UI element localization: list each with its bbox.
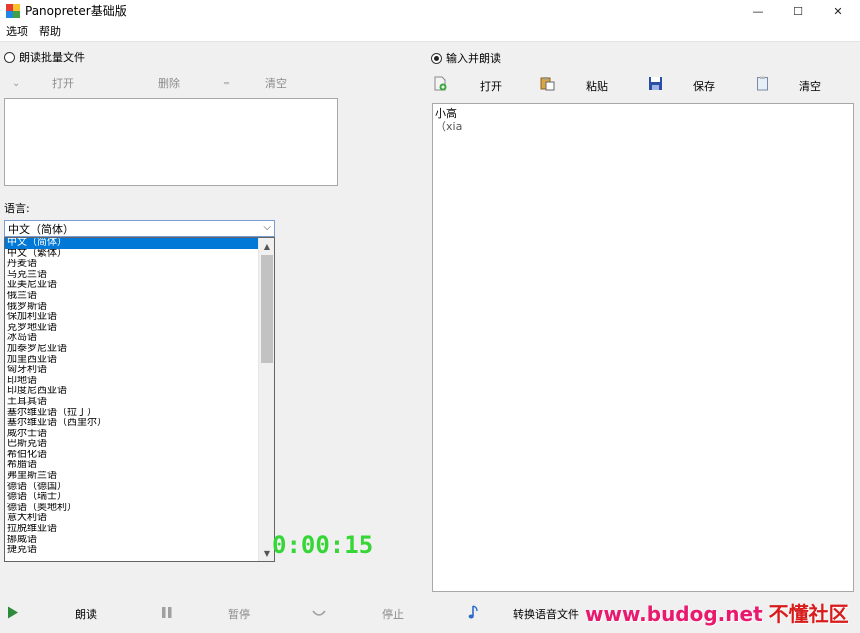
language-option[interactable]: 印度尼西亚语 <box>5 386 259 397</box>
close-button[interactable]: ✕ <box>818 0 858 22</box>
language-option[interactable]: 挪威语 <box>5 535 259 546</box>
title-bar <box>0 0 860 22</box>
text-line-1: 小高 <box>435 107 457 120</box>
language-option[interactable]: 威尔士语 <box>5 429 259 440</box>
watermark-brand: 不懂社区 <box>768 602 849 626</box>
clear-list-icon: ‗ <box>224 74 229 85</box>
right-save-button[interactable]: 保存 <box>693 78 715 94</box>
language-option[interactable]: 意大利语 <box>5 513 259 524</box>
left-delete-button[interactable]: 删除 <box>158 75 180 91</box>
language-option[interactable]: 亚美尼亚语 <box>5 280 259 291</box>
window-title: Panopreter基础版 <box>25 4 127 18</box>
add-file-icon: ⌄ <box>12 78 21 89</box>
right-open-button[interactable]: 打开 <box>480 78 502 94</box>
menu-help[interactable]: 帮助 <box>39 25 61 39</box>
language-option[interactable]: 冰岛语 <box>5 333 259 344</box>
batch-files-label: 朗读批量文件 <box>19 51 85 64</box>
language-selected-value: 中文（简体） <box>8 222 74 236</box>
language-option[interactable]: 德语（德国） <box>5 482 259 493</box>
language-options: 中文（简体） 中文（繁体） 丹麦语 乌克兰语 亚美尼亚语 俄兰语 俄罗斯语 保加利亚语 克罗地亚… <box>5 238 259 556</box>
pause-icon[interactable] <box>161 606 173 619</box>
language-option[interactable]: 保加利亚语 <box>5 312 259 323</box>
language-option[interactable]: 巴斯克语 <box>5 439 259 450</box>
left-clear-button[interactable]: 清空 <box>265 75 287 91</box>
language-option[interactable]: 加里西亚语 <box>5 355 259 366</box>
right-clear-button[interactable]: 清空 <box>799 78 821 94</box>
language-option[interactable]: 匈牙利语 <box>5 365 259 376</box>
scroll-up-icon[interactable]: ▲ <box>259 238 274 254</box>
menu-bar: 选项 帮助 <box>0 22 860 42</box>
language-option[interactable]: 捷克语 <box>5 545 259 556</box>
elapsed-timer: 0:00:15 <box>272 531 374 559</box>
maximize-icon: ☐ <box>793 4 803 18</box>
language-option[interactable]: 印地语 <box>5 376 259 387</box>
watermark: www.budog.net 不懂社区 <box>585 598 849 627</box>
batch-file-list[interactable] <box>4 98 338 186</box>
read-button[interactable]: 朗读 <box>75 606 97 622</box>
language-dropdown-list[interactable]: 中文（简体） 中文（繁体） 丹麦语 乌克兰语 亚美尼亚语 俄兰语 俄罗斯语 保加利亚语 克罗地亚… <box>4 237 275 562</box>
batch-files-radio[interactable]: 朗读批量文件 <box>4 49 85 65</box>
language-option[interactable]: 克罗地亚语 <box>5 323 259 334</box>
left-open-button[interactable]: 打开 <box>52 75 74 91</box>
input-read-radio[interactable]: 输入并朗读 <box>431 50 501 66</box>
open-file-icon[interactable] <box>433 76 448 91</box>
language-option[interactable]: 塞尔维亚语（西里尔） <box>5 418 259 429</box>
language-option[interactable]: 拉脱维亚语 <box>5 524 259 535</box>
close-icon: ✕ <box>833 4 843 18</box>
stop-icon[interactable] <box>312 609 326 618</box>
language-option[interactable]: 希腊语 <box>5 460 259 471</box>
language-option[interactable]: 乌克兰语 <box>5 270 259 281</box>
radio-unchecked-icon <box>4 51 15 63</box>
language-label: 语言: <box>4 202 30 215</box>
scrollbar-thumb[interactable] <box>261 255 273 363</box>
language-option[interactable]: 塞尔维亚语（拉丁） <box>5 408 259 419</box>
chevron-down-icon: ⌵ <box>263 222 271 233</box>
language-option[interactable]: 丹麦语 <box>5 259 259 270</box>
language-option[interactable]: 德语（奥地利） <box>5 503 259 514</box>
right-paste-button[interactable]: 粘贴 <box>586 78 608 94</box>
language-option[interactable]: 俄兰语 <box>5 291 259 302</box>
paste-icon[interactable] <box>540 76 555 91</box>
dropdown-scrollbar[interactable]: ▲ ▼ <box>258 238 274 561</box>
save-icon[interactable] <box>648 76 663 91</box>
language-combobox[interactable]: 中文（简体） ⌵ <box>4 220 275 237</box>
watermark-url: www.budog.net <box>585 602 763 626</box>
text-line-2: （xia <box>435 120 463 133</box>
menu-options[interactable]: 选项 <box>6 25 28 39</box>
music-note-icon[interactable] <box>468 605 479 620</box>
maximize-button[interactable]: ☐ <box>778 0 818 22</box>
language-option[interactable]: 土耳其语 <box>5 397 259 408</box>
language-option[interactable]: 俄罗斯语 <box>5 302 259 313</box>
input-read-label: 输入并朗读 <box>446 52 501 65</box>
pause-button[interactable]: 暂停 <box>228 606 250 622</box>
clear-text-icon[interactable] <box>755 76 770 91</box>
language-option[interactable]: 德语（瑞士） <box>5 492 259 503</box>
radio-checked-icon <box>431 52 442 64</box>
convert-audio-button[interactable]: 转换语音文件 <box>513 606 579 622</box>
text-input-area[interactable]: 小高 （xia <box>432 103 854 592</box>
minimize-button[interactable]: — <box>738 0 778 22</box>
language-option[interactable]: 加泰罗尼亚语 <box>5 344 259 355</box>
stop-button[interactable]: 停止 <box>382 606 404 622</box>
language-option[interactable]: 希伯化语 <box>5 450 259 461</box>
minimize-icon: — <box>752 4 764 18</box>
play-icon[interactable] <box>7 606 19 619</box>
language-option[interactable]: 中文（繁体） <box>5 249 259 260</box>
language-option[interactable]: 中文（简体） <box>5 238 259 249</box>
language-option[interactable]: 弗里斯兰语 <box>5 471 259 482</box>
app-logo-icon <box>6 4 20 18</box>
